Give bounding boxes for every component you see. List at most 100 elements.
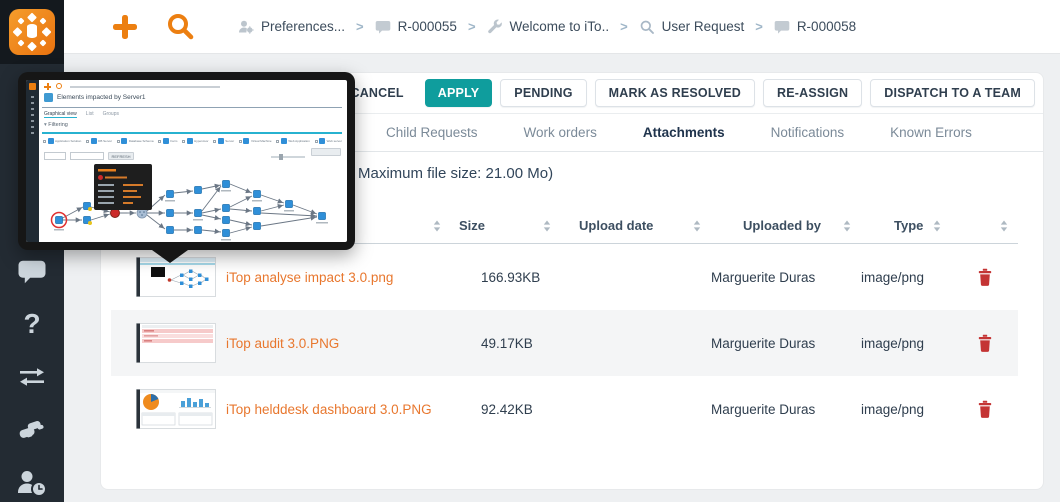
column-label: Size — [459, 218, 485, 233]
breadcrumb-item-r000058[interactable]: R-000058 — [774, 19, 856, 35]
attachment-file-link[interactable]: iTop analyse impact 3.0.png — [226, 270, 393, 285]
mini-actions-button — [311, 148, 341, 156]
sidebar-item-chat[interactable] — [0, 256, 64, 286]
mini-zoom-slider — [271, 156, 305, 158]
search-icon — [166, 12, 196, 42]
tab-work-orders[interactable]: Work orders — [524, 125, 597, 140]
delete-attachment-button[interactable] — [977, 334, 993, 352]
teal-divider — [42, 132, 342, 134]
attachment-size: 49.17KB — [451, 336, 561, 351]
breadcrumb-label: Welcome to iTo.. — [510, 19, 610, 34]
dashboard-thumbnail-image — [136, 389, 216, 429]
attachment-size: 166.93KB — [451, 270, 561, 285]
attachment-size: 92.42KB — [451, 402, 561, 417]
transfer-arrows-icon — [18, 366, 46, 388]
attachment-uploaded-by: Marguerite Duras — [711, 270, 861, 285]
sort-icon — [843, 220, 851, 232]
global-search-button[interactable] — [166, 12, 196, 42]
tab-child-requests[interactable]: Child Requests — [386, 125, 478, 140]
attachment-file-link[interactable]: iTop audit 3.0.PNG — [226, 336, 339, 351]
sidebar-item-user-time[interactable] — [0, 468, 64, 498]
audit-thumbnail-image — [136, 323, 216, 363]
mini-page-title: Elements impacted by Server1 — [44, 93, 146, 102]
sort-icon — [933, 220, 941, 232]
breadcrumb-item-user-request[interactable]: User Request — [639, 19, 745, 35]
preview-screenshot: Elements impacted by Server1 Graphical v… — [26, 80, 347, 242]
user-clock-icon — [16, 469, 48, 497]
table-row: iTop analyse impact 3.0.png 166.93KB Mar… — [111, 244, 1018, 310]
tab-notifications[interactable]: Notifications — [771, 125, 845, 140]
breadcrumb-item-r000055[interactable]: R-000055 — [375, 19, 457, 35]
apply-button[interactable]: APPLY — [425, 79, 493, 107]
popup-pointer-arrow — [152, 250, 188, 263]
sidebar-item-transfer[interactable] — [0, 362, 64, 392]
attachment-file-link[interactable]: iTop helddesk dashboard 3.0.PNG — [226, 402, 432, 417]
delete-attachment-button[interactable] — [977, 268, 993, 286]
table-row: iTop audit 3.0.PNG 49.17KB Marguerite Du… — [111, 310, 1018, 376]
mini-itop-logo — [29, 83, 36, 90]
mini-tabs: Graphical view List Groups — [44, 111, 119, 118]
breadcrumb-item-preferences[interactable]: Preferences... — [238, 19, 345, 35]
max-file-size-note: Maximum file size: 21.00 Mo) — [358, 165, 553, 182]
column-size[interactable]: Size — [451, 208, 561, 243]
attachment-uploaded-by: Marguerite Duras — [711, 402, 861, 417]
sidebar-item-help[interactable]: ? — [0, 309, 64, 339]
itop-logo-icon — [9, 9, 55, 55]
itop-logo[interactable] — [0, 0, 64, 64]
sidebar-item-services[interactable] — [0, 415, 64, 445]
mini-tab-groups: Groups — [103, 111, 119, 118]
pending-button[interactable]: PENDING — [500, 79, 586, 107]
reassign-button[interactable]: RE-ASSIGN — [763, 79, 862, 107]
column-uploaded-by[interactable]: Uploaded by — [711, 208, 861, 243]
chat-icon — [375, 19, 391, 35]
wrench-icon — [487, 19, 503, 35]
sort-icon — [1000, 220, 1008, 232]
breadcrumb-label: Preferences... — [261, 19, 345, 34]
mini-search-icon — [56, 83, 62, 89]
user-gear-icon — [238, 19, 254, 35]
table-row: iTop helddesk dashboard 3.0.PNG 92.42KB … — [111, 376, 1018, 442]
create-new-button[interactable] — [112, 14, 138, 40]
column-actions[interactable] — [951, 208, 1018, 243]
trash-icon — [977, 268, 993, 286]
breadcrumb: Preferences... > R-000055 > Welcome to i… — [238, 19, 856, 35]
column-label: Upload date — [579, 218, 653, 233]
mini-tab-list: List — [86, 111, 94, 118]
impact-graph — [39, 164, 347, 242]
chevron-right-icon: > — [620, 19, 628, 34]
delete-attachment-button[interactable] — [977, 400, 993, 418]
chat-icon — [774, 19, 790, 35]
breadcrumb-label: R-000058 — [797, 19, 856, 34]
dispatch-to-team-button[interactable]: DISPATCH TO A TEAM — [870, 79, 1035, 107]
mini-context-dropdown — [70, 152, 104, 160]
column-label: Uploaded by — [743, 218, 821, 233]
column-type[interactable]: Type — [861, 208, 951, 243]
attachment-thumbnail[interactable] — [136, 389, 216, 429]
sort-icon — [543, 220, 551, 232]
mini-filter-row: Application Solution DB Server Database … — [43, 138, 342, 144]
mini-tab-graphical: Graphical view — [44, 111, 77, 118]
server-icon — [44, 93, 53, 102]
attachment-thumbnail[interactable] — [136, 257, 216, 297]
attachment-type: image/png — [861, 402, 951, 417]
search-icon — [639, 19, 655, 35]
breadcrumb-label: User Request — [662, 19, 745, 34]
trash-icon — [977, 334, 993, 352]
breadcrumb-item-welcome[interactable]: Welcome to iTo.. — [487, 19, 610, 35]
column-upload-date[interactable]: Upload date — [561, 208, 711, 243]
mini-refresh-button: REFRESH — [108, 152, 134, 160]
sort-icon — [433, 220, 441, 232]
attachment-thumbnail[interactable] — [136, 323, 216, 363]
mini-title-text: Elements impacted by Server1 — [57, 94, 146, 101]
question-mark-icon: ? — [23, 310, 40, 338]
mini-filtering-label: Filtering — [44, 122, 68, 128]
chevron-right-icon: > — [755, 19, 763, 34]
breadcrumb-label: R-000055 — [398, 19, 457, 34]
tab-known-errors[interactable]: Known Errors — [890, 125, 972, 140]
tab-attachments[interactable]: Attachments — [643, 125, 725, 140]
attachment-preview-popup: Elements impacted by Server1 Graphical v… — [18, 72, 355, 250]
sidebar-tool-list: ? — [0, 256, 64, 502]
mini-zoom-knob — [279, 154, 283, 160]
divider — [42, 107, 342, 108]
mark-as-resolved-button[interactable]: MARK AS RESOLVED — [595, 79, 755, 107]
